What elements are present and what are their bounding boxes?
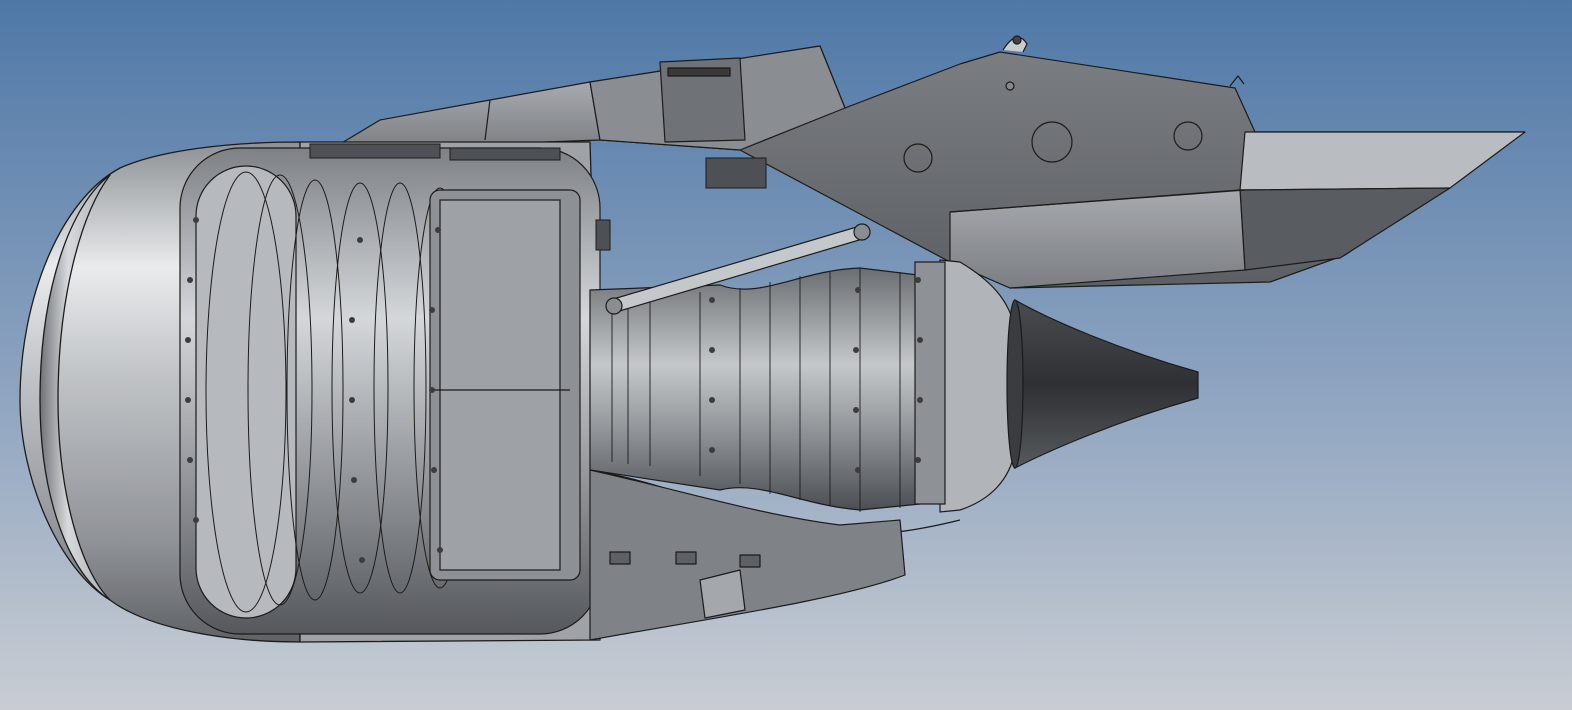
turbine-case[interactable] [914,259,1016,513]
cad-viewport[interactable] [0,0,1572,710]
fan-case[interactable] [179,147,601,635]
engine-cad-render [0,0,1572,710]
